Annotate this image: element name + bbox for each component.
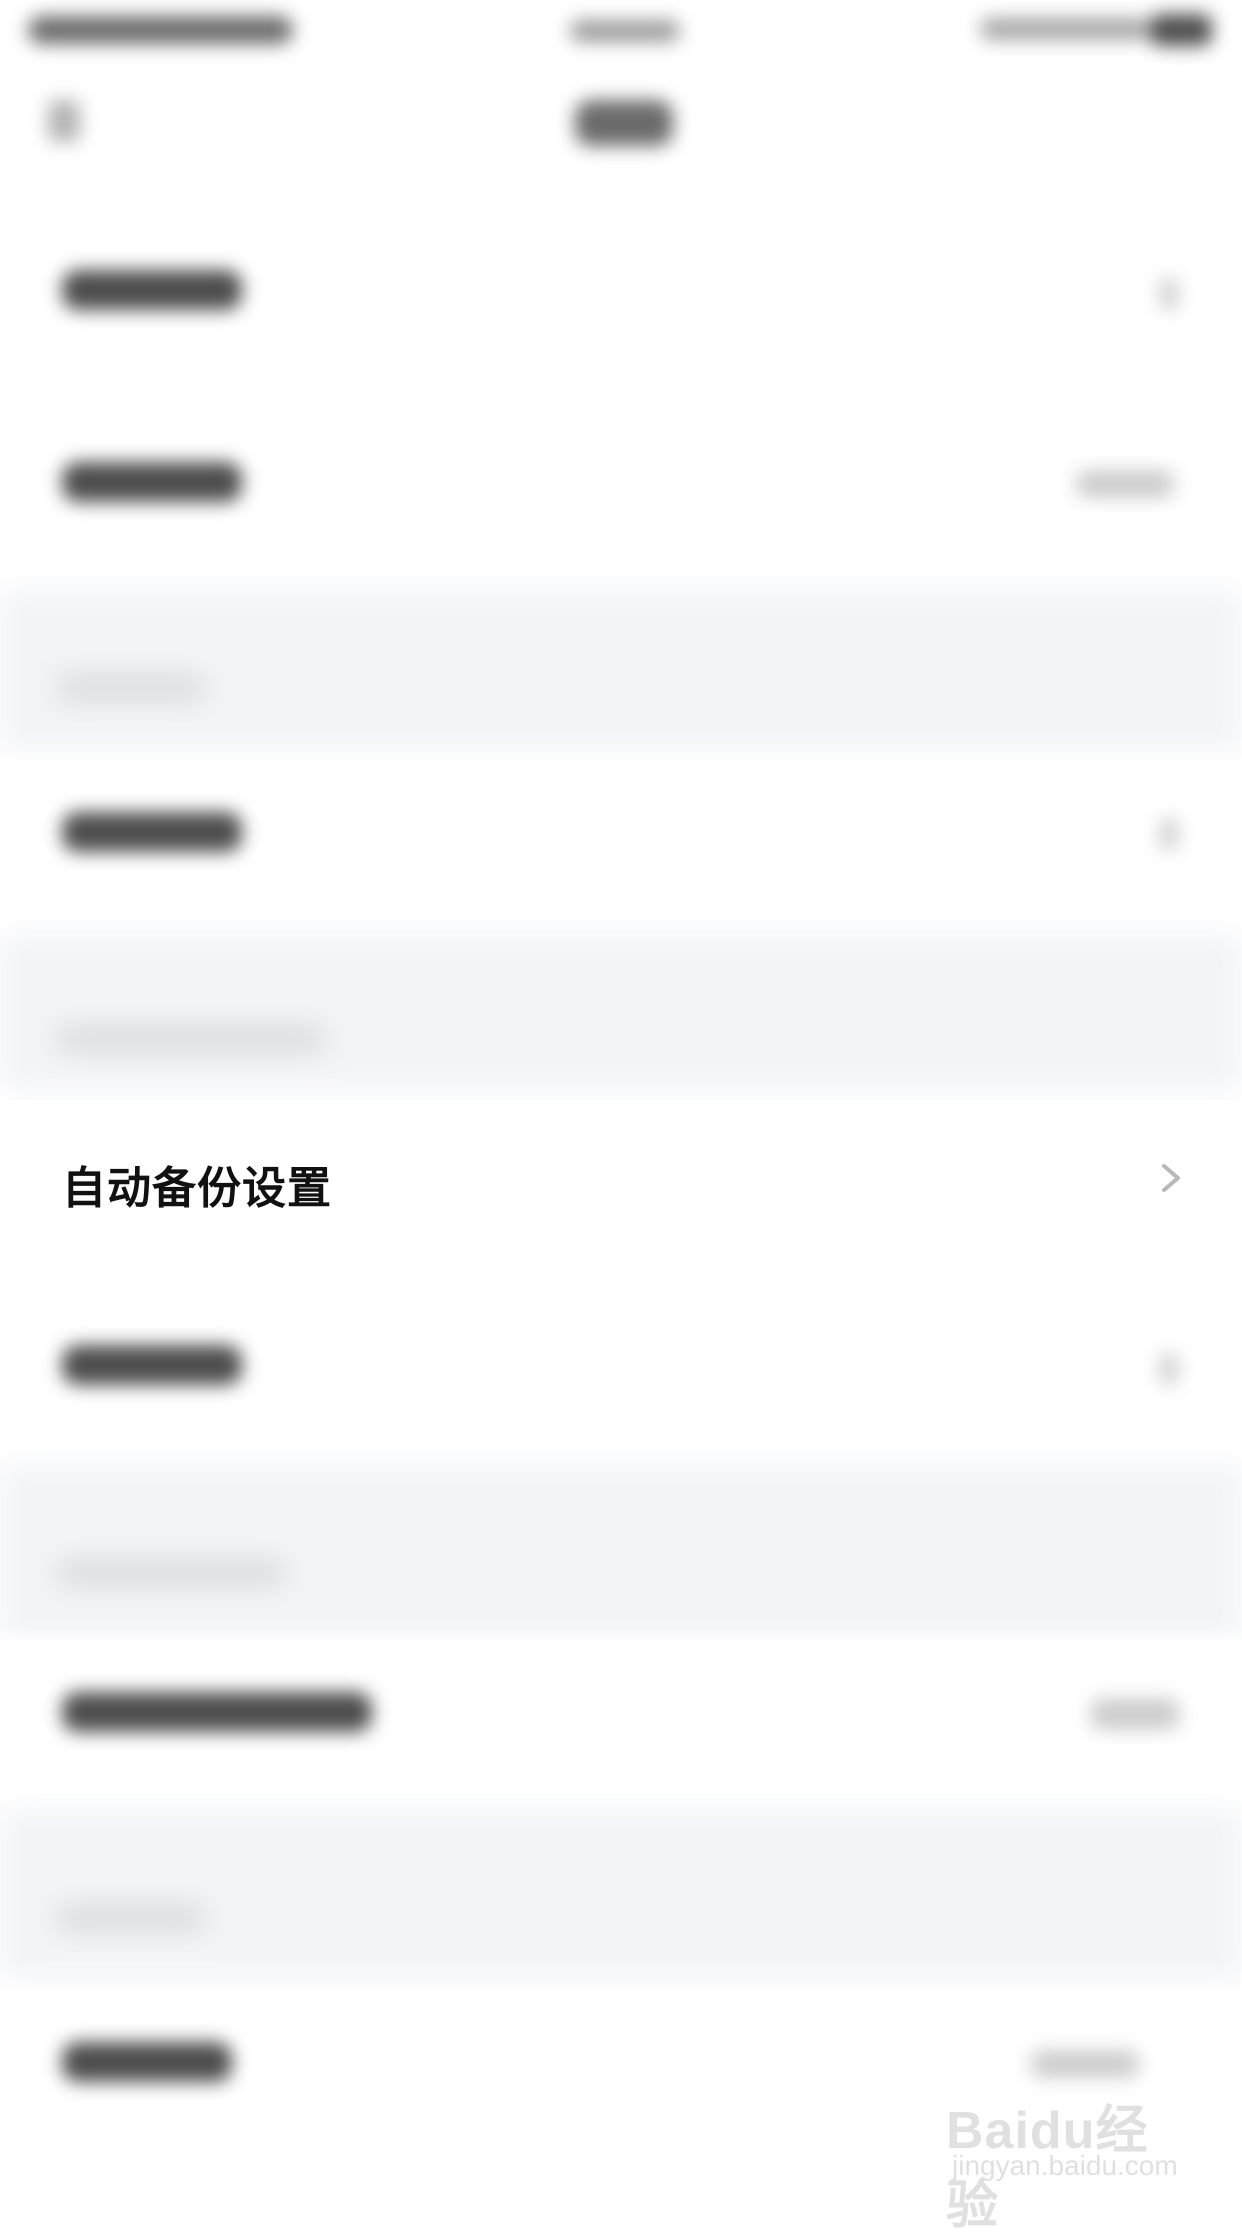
row-label-blur [62, 270, 242, 310]
chevron-right-icon [1160, 278, 1178, 310]
settings-row[interactable] [0, 220, 1242, 370]
row-label-blur [62, 812, 242, 852]
chevron-right-icon [1158, 1146, 1186, 1210]
row-label-blur [62, 1345, 242, 1385]
status-time-blur [570, 20, 680, 42]
status-indicators-blur [980, 18, 1150, 40]
settings-row[interactable] [0, 410, 1242, 560]
status-carrier-blur [28, 16, 293, 44]
auto-backup-settings-label: 自动备份设置 [62, 1163, 332, 1214]
settings-row[interactable] [0, 1640, 1242, 1790]
toggle-switch-blur[interactable] [1090, 1698, 1180, 1730]
chevron-right-icon [1160, 818, 1178, 850]
battery-icon [1150, 14, 1212, 46]
chevron-right-icon [1160, 1353, 1178, 1385]
settings-screen: 自动备份设置 Baidu经验 jingyan.baidu.com [0, 0, 1242, 2235]
back-icon[interactable] [48, 100, 80, 142]
row-value-blur [1030, 2050, 1140, 2078]
row-label-blur [62, 462, 242, 502]
section-separator [0, 1465, 1242, 1640]
section-header-blur [56, 1027, 326, 1051]
status-bar [0, 0, 1242, 70]
page-title-blur [575, 100, 673, 146]
row-label-blur [62, 1692, 372, 1732]
section-separator [0, 1810, 1242, 1980]
row-label-blur [62, 2042, 232, 2082]
watermark-url: jingyan.baidu.com [952, 2150, 1178, 2181]
settings-row[interactable] [0, 1295, 1242, 1445]
auto-backup-settings-item[interactable]: 自动备份设置 [0, 1100, 1242, 1260]
section-separator [0, 590, 1242, 750]
settings-row[interactable] [0, 760, 1242, 910]
section-separator [0, 935, 1242, 1090]
baidu-watermark: Baidu经验 jingyan.baidu.com [946, 2088, 1186, 2235]
row-value-blur [1075, 470, 1175, 498]
section-header-blur [56, 1561, 286, 1585]
section-header-blur [56, 676, 206, 700]
section-header-blur [56, 1906, 206, 1930]
